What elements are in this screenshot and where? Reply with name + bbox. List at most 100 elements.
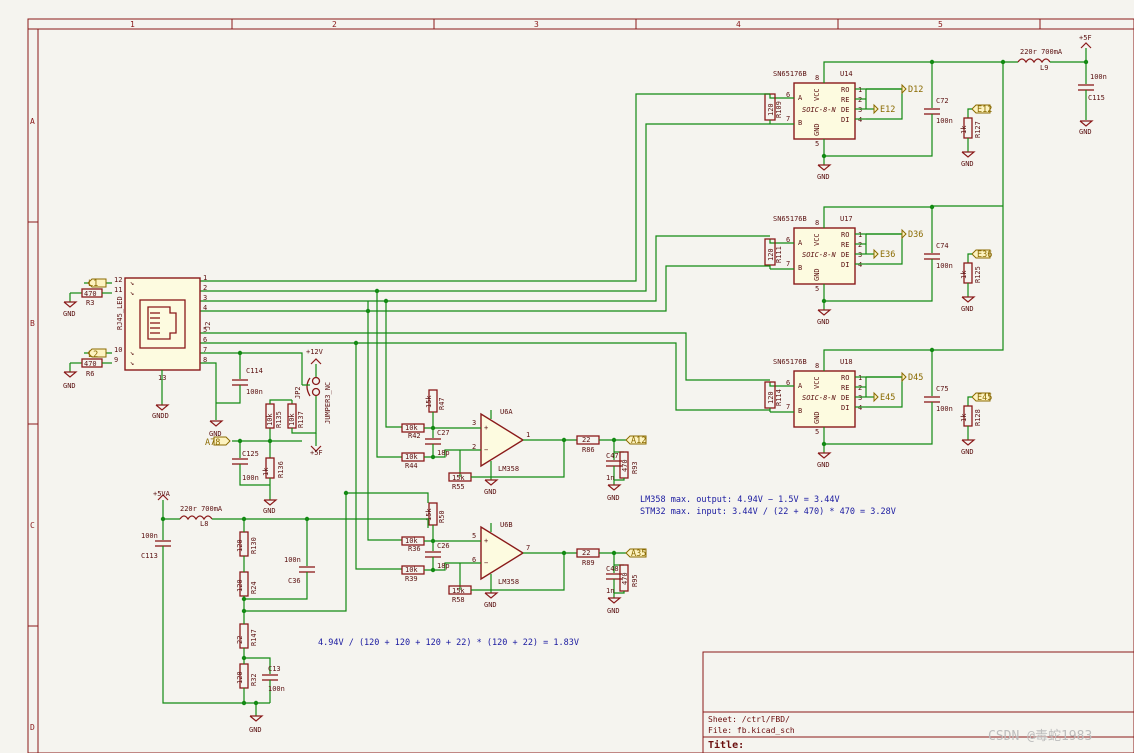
pin-vcc-num: 8 — [815, 74, 819, 82]
pullup-wire — [967, 396, 972, 406]
rail-12v: +12V — [306, 348, 324, 356]
pullup-gnd-label: GND — [961, 448, 974, 456]
rout-ref: R86 — [582, 446, 595, 454]
pullup-label: E36 — [977, 250, 992, 260]
j2-part: RJ45_LED — [116, 296, 124, 330]
watermark: CSDN @毒蛇1983 — [988, 729, 1092, 744]
pin-right-num: 2 — [858, 96, 862, 104]
outcap-value: 1n — [606, 474, 614, 482]
dx-flag — [901, 228, 907, 240]
j2-pin-num: 3 — [203, 294, 207, 302]
rin-top-ref: R42 — [408, 432, 421, 440]
rail-5va: +5VA — [153, 490, 171, 498]
transceiver-ref: U18 — [840, 358, 853, 366]
pullup-ref: R127 — [974, 121, 982, 138]
de-label: E36 — [880, 250, 895, 260]
pin-right-label: DE — [841, 251, 849, 259]
jp2-ref: JP2 — [294, 386, 302, 399]
r3-ref: R3 — [86, 299, 94, 307]
title-block-file: File: fb.kicad_sch — [708, 726, 795, 735]
r137-ref: R137 — [297, 411, 305, 428]
j2-pin-num: 8 — [203, 356, 207, 364]
gnd-symbol — [817, 452, 832, 459]
transceiver-package: SOIC-8-N — [802, 394, 837, 402]
zone-col-1: 1 — [130, 20, 135, 29]
j2-pin-num: 1 — [203, 274, 207, 282]
pullup-gnd — [961, 439, 976, 446]
pin-right-num: 2 — [858, 384, 862, 392]
j2-pin-num: 7 — [203, 346, 207, 354]
c114-ref: C114 — [246, 367, 263, 375]
bus-wiring — [200, 62, 1004, 570]
pullup-gnd — [961, 296, 976, 303]
pullup-wire — [967, 108, 972, 118]
opamp-minus: − — [484, 559, 488, 567]
pin-b-label: B — [798, 264, 802, 272]
pullup-gnd-label: GND — [961, 305, 974, 313]
pin-right-label: DI — [841, 116, 849, 124]
transceiver-package: SOIC-8-N — [802, 106, 837, 114]
rail-5f-top: +5F — [1079, 34, 1092, 42]
opamp-gnd-label: GND — [484, 601, 497, 609]
pin-gnd-num: 5 — [815, 285, 819, 293]
j2-shield-gnd: GNDD — [152, 412, 169, 420]
junction — [430, 425, 436, 431]
pin-right-label: RE — [841, 241, 849, 249]
c125-value: 100n — [242, 474, 259, 482]
out-gnd-label: GND — [607, 607, 620, 615]
c13-ref: C13 — [268, 665, 281, 673]
junction — [611, 437, 617, 443]
out-gnd-label: GND — [607, 494, 620, 502]
bias-value: 15k — [425, 395, 433, 408]
c115-gnd: GND — [1079, 128, 1092, 136]
opamp-gnd — [484, 479, 499, 486]
led-arrow: ↘ — [130, 359, 134, 367]
j2-pin-num: 2 — [203, 284, 207, 292]
opamp-stages: +−U6ALM35832110kR4210kR44C2718p15k R4715k… — [401, 389, 647, 615]
transceiver-part: SN65176B — [773, 215, 807, 223]
de-flag — [873, 103, 879, 115]
divider-resistor-value: 120 — [236, 539, 244, 552]
r135-ref: R135 — [275, 411, 283, 428]
label-a78: A78 — [205, 438, 220, 448]
pin-vcc-num: 8 — [815, 219, 819, 227]
divider-resistor-value: 120 — [236, 579, 244, 592]
pin-gnd-label: GND — [813, 411, 821, 424]
junction — [821, 153, 827, 159]
zone-col-2: 2 — [332, 20, 337, 29]
pin-right-num: 1 — [858, 86, 862, 94]
outcap-value: 1n — [606, 587, 614, 595]
pullup-ref: R125 — [974, 266, 982, 283]
note-stm32: STM32 max. input: 3.44V / (22 + 470) * 4… — [640, 507, 896, 517]
pin-right-label: DI — [841, 261, 849, 269]
decoupling-cap-value: 100n — [936, 262, 953, 270]
pin-vcc-label: VCC — [813, 376, 821, 389]
opamp-ref: U6B — [500, 521, 513, 529]
outcap-ref: C47 — [606, 452, 619, 460]
label-l2: L2 — [88, 350, 98, 360]
rfb-ref: R55 — [452, 483, 465, 491]
divider-resistor-ref: R24 — [250, 581, 258, 594]
dx-label: D45 — [908, 373, 923, 383]
junction — [821, 441, 827, 447]
cap-value: 18p — [437, 449, 450, 457]
rin-bot-value: 10k — [405, 566, 418, 574]
opamp-in-p-num: 3 — [472, 419, 476, 427]
j2-pin-num: 6 — [203, 336, 207, 344]
opamp-plus: + — [484, 537, 488, 545]
pin-right-num: 4 — [858, 261, 862, 269]
opamp-minus: − — [484, 446, 488, 454]
l9-ref: L9 — [1040, 64, 1048, 72]
label-l1: L1 — [88, 279, 98, 289]
rfb-value: 15k — [452, 587, 465, 595]
pin-a-num: 6 — [786, 379, 790, 387]
rload-ref: R95 — [631, 574, 639, 587]
rout-value: 22 — [582, 436, 590, 444]
de-label: E45 — [880, 393, 895, 403]
j2-led-pin-num: 12 — [114, 276, 122, 284]
rin-top-value: 10k — [405, 537, 418, 545]
c114-value: 100n — [246, 388, 263, 396]
gnd-label: GND — [817, 318, 830, 326]
rin-top-value: 10k — [405, 424, 418, 432]
divider-resistor-ref: R130 — [250, 537, 258, 554]
